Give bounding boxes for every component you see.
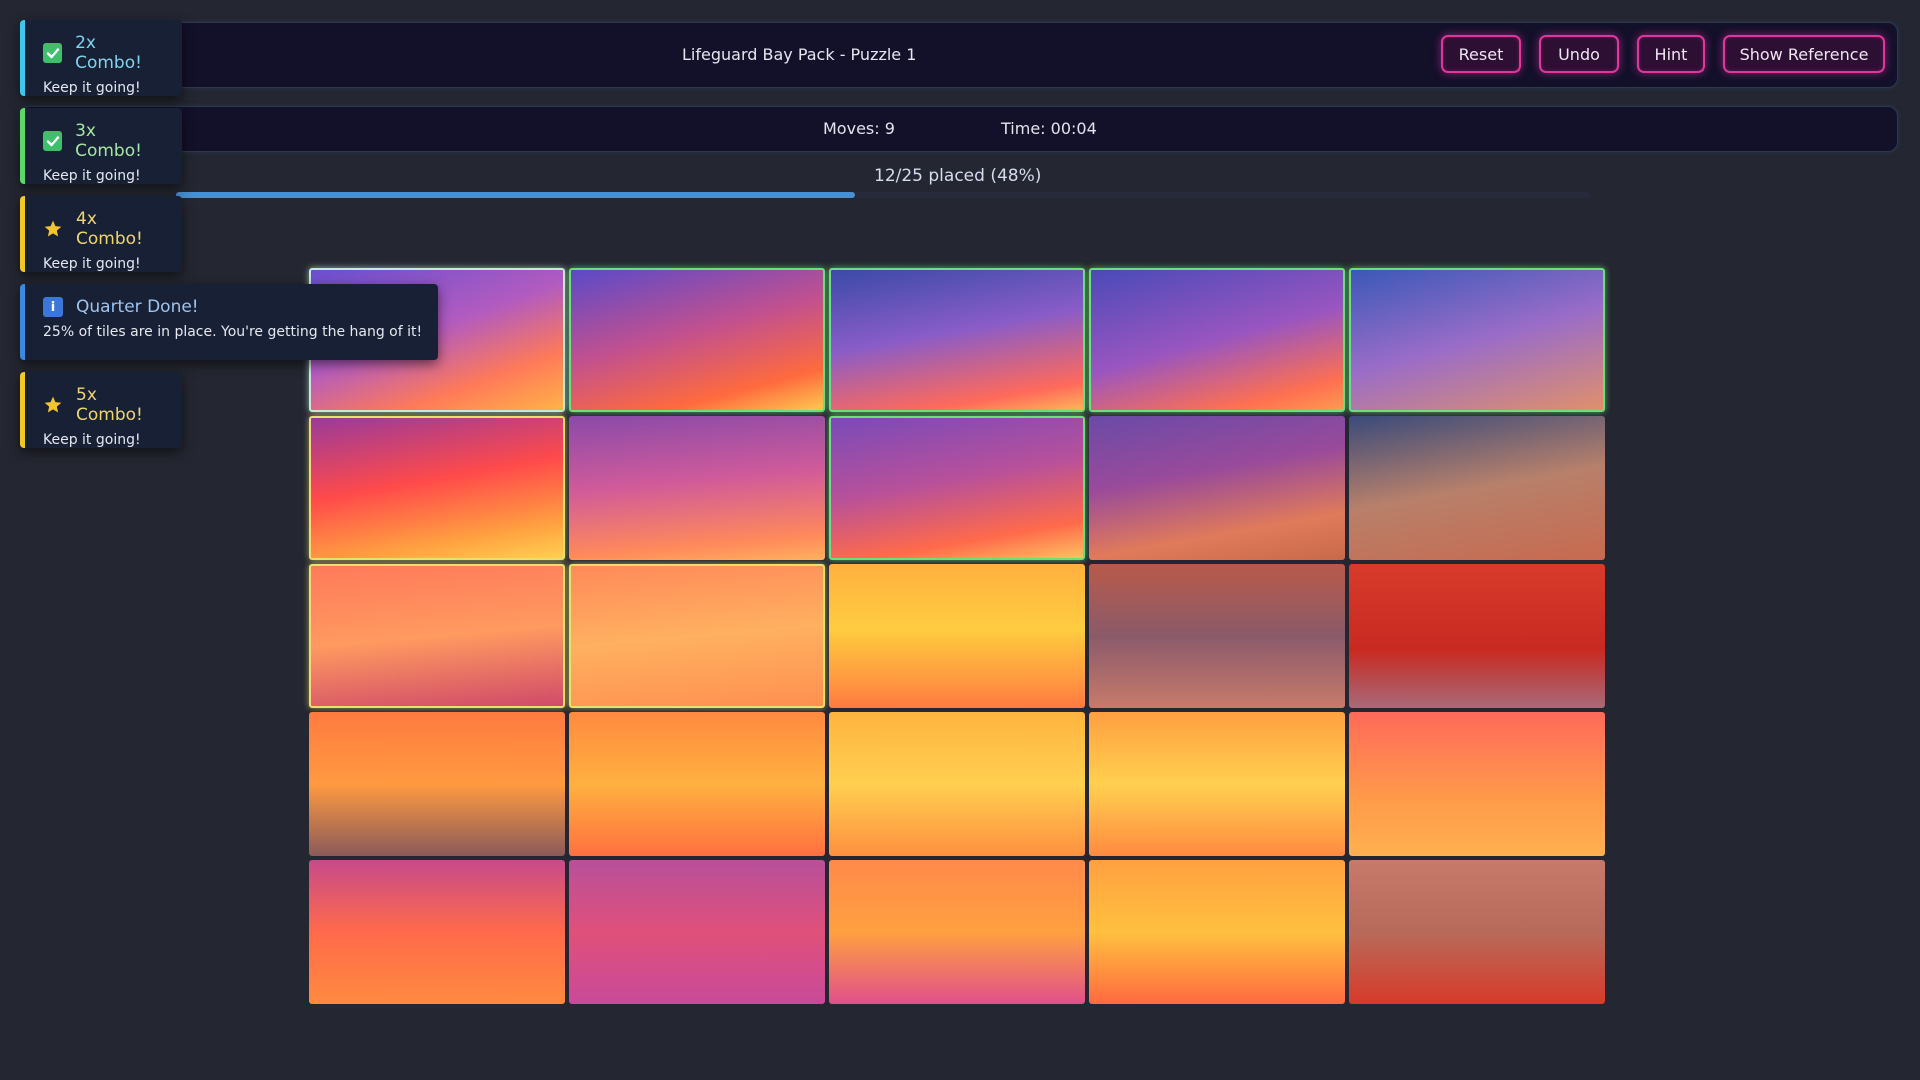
toast-message: 25% of tiles are in place. You're gettin…: [43, 324, 423, 340]
puzzle-tile[interactable]: [1349, 416, 1605, 560]
check-icon: [43, 43, 63, 63]
puzzle-tile[interactable]: [569, 416, 825, 560]
puzzle-tile[interactable]: [829, 564, 1085, 708]
toast-message: Keep it going!: [43, 168, 141, 184]
puzzle-tile[interactable]: [1349, 564, 1605, 708]
toast-title: 4x Combo!: [76, 209, 143, 249]
puzzle-tile[interactable]: [829, 416, 1085, 560]
toast-message: Keep it going!: [43, 256, 141, 272]
toast-message: Keep it going!: [43, 432, 141, 448]
puzzle-tile[interactable]: [1089, 268, 1345, 412]
progress-bar: [176, 192, 1590, 198]
toast-message: Keep it going!: [43, 80, 141, 96]
stats-bar: Moves: 9 Time: 00:04: [20, 106, 1898, 152]
toast-title: 2x Combo!: [75, 33, 142, 73]
progress-label: 12/25 placed (48%): [874, 166, 1042, 186]
puzzle-tile[interactable]: [309, 712, 565, 856]
toast-item: 2x Combo! Keep it going!: [20, 20, 182, 96]
header-bar: Lifeguard Bay Pack - Puzzle 1 Reset Undo…: [20, 22, 1898, 88]
puzzle-tile[interactable]: [1349, 712, 1605, 856]
puzzle-tile[interactable]: [1349, 268, 1605, 412]
toast-item: 3x Combo! Keep it going!: [20, 108, 182, 184]
puzzle-tile[interactable]: [829, 860, 1085, 1004]
toast-item: 4x Combo! Keep it going!: [20, 196, 182, 272]
undo-button[interactable]: Undo: [1539, 35, 1619, 73]
show-reference-button[interactable]: Show Reference: [1723, 35, 1885, 73]
toast-title: Quarter Done!: [76, 297, 199, 317]
timer: Time: 00:04: [1001, 119, 1097, 138]
reset-button[interactable]: Reset: [1441, 35, 1521, 73]
star-icon: [43, 395, 63, 415]
progress-fill: [176, 192, 855, 198]
puzzle-tile[interactable]: [309, 860, 565, 1004]
puzzle-tile[interactable]: [1089, 712, 1345, 856]
puzzle-tile[interactable]: [1089, 416, 1345, 560]
moves-counter: Moves: 9: [823, 119, 895, 138]
puzzle-tile[interactable]: [1349, 860, 1605, 1004]
puzzle-tile[interactable]: [569, 268, 825, 412]
hint-button[interactable]: Hint: [1637, 35, 1705, 73]
toast-title: 5x Combo!: [76, 385, 143, 425]
puzzle-tile[interactable]: [569, 712, 825, 856]
toast-title: 3x Combo!: [75, 121, 142, 161]
toast-item: 5x Combo! Keep it going!: [20, 372, 182, 448]
puzzle-tile[interactable]: [829, 712, 1085, 856]
puzzle-tile[interactable]: [569, 564, 825, 708]
puzzle-tile[interactable]: [1089, 564, 1345, 708]
star-icon: [43, 219, 63, 239]
toast-item: i Quarter Done! 25% of tiles are in place…: [20, 284, 438, 360]
puzzle-tile[interactable]: [309, 416, 565, 560]
puzzle-tile[interactable]: [569, 860, 825, 1004]
puzzle-tile[interactable]: [1089, 860, 1345, 1004]
puzzle-tile[interactable]: [829, 268, 1085, 412]
puzzle-board: [309, 268, 1607, 1004]
puzzle-title: Lifeguard Bay Pack - Puzzle 1: [682, 45, 917, 64]
info-icon: i: [43, 297, 63, 317]
puzzle-tile[interactable]: [309, 564, 565, 708]
check-icon: [43, 131, 63, 151]
